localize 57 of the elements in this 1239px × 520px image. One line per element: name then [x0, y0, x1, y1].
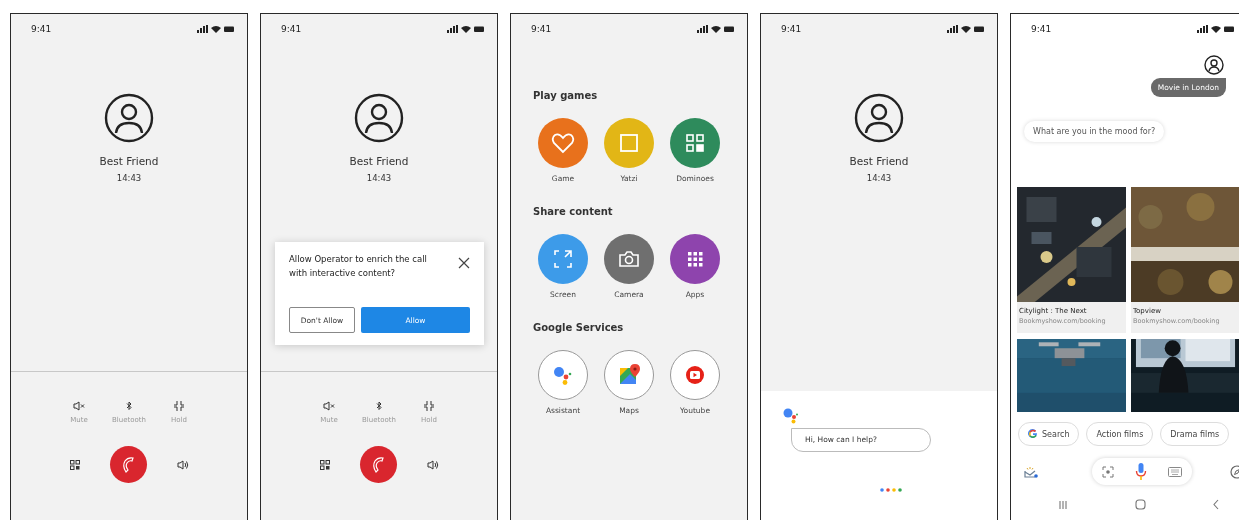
contact-avatar-icon: [854, 93, 904, 143]
end-call-button[interactable]: [109, 446, 147, 483]
shortcut-button[interactable]: [538, 118, 588, 168]
close-icon[interactable]: [458, 257, 470, 269]
listening-dots-icon: [880, 488, 902, 492]
dialpad-icon[interactable]: [69, 459, 80, 470]
user-avatar-icon[interactable]: [1204, 55, 1224, 75]
shortcut-button[interactable]: [538, 350, 588, 400]
status-icons: [197, 24, 235, 33]
contact-name: Best Friend: [349, 155, 409, 167]
call-duration: 14:43: [366, 173, 392, 183]
suggestion-chip[interactable]: Drama films: [1160, 422, 1230, 446]
mute-icon[interactable]: [323, 401, 335, 411]
assistant-icon: [783, 408, 799, 424]
status-time: 9:41: [531, 23, 552, 34]
call-duration: 14:43: [866, 173, 892, 183]
shortcut-button[interactable]: [604, 234, 654, 284]
microphone-icon[interactable]: [1135, 462, 1147, 481]
assistant-question: What are you in the mood for?: [1024, 121, 1165, 142]
status-icons: [1197, 24, 1235, 33]
dialog-message: Allow Operator to enrich the call with interactive content?: [289, 253, 428, 280]
back-icon[interactable]: [1212, 499, 1220, 510]
lens-icon[interactable]: [1102, 465, 1115, 478]
section-title: Play games: [532, 90, 599, 101]
mute-icon[interactable]: [73, 401, 85, 411]
section-title: Google Services: [532, 322, 625, 333]
shortcut-button[interactable]: [538, 234, 588, 284]
contact-name: Best Friend: [99, 155, 159, 167]
phone-icon: [370, 455, 386, 474]
suggestion-chip[interactable]: Action films: [1086, 422, 1154, 446]
suggestion-chip[interactable]: Search: [1018, 422, 1080, 446]
status-icons: [447, 24, 485, 33]
keyboard-icon[interactable]: [1167, 466, 1182, 477]
section-title: Share content: [532, 206, 614, 217]
google-logo-icon: [1028, 429, 1038, 439]
contact-name: Best Friend: [849, 155, 909, 167]
shortcut-button[interactable]: [670, 350, 720, 400]
status-time: 9:41: [31, 23, 52, 34]
end-call-button[interactable]: [359, 446, 397, 483]
status-icons: [697, 24, 735, 33]
shortcut-button[interactable]: [670, 234, 720, 284]
status-time: 9:41: [781, 23, 802, 34]
status-time: 9:41: [281, 23, 302, 34]
hold-icon[interactable]: [423, 401, 435, 411]
shortcut-button[interactable]: [670, 118, 720, 168]
contact-avatar-icon: [354, 93, 404, 143]
call-duration: 14:43: [116, 173, 142, 183]
contact-avatar-icon: [104, 93, 154, 143]
shortcut-button[interactable]: [604, 350, 654, 400]
phone-icon: [120, 455, 136, 474]
speaker-icon[interactable]: [426, 459, 439, 470]
speaker-icon[interactable]: [176, 459, 189, 470]
dialpad-icon[interactable]: [319, 459, 330, 470]
home-icon[interactable]: [1134, 499, 1146, 510]
status-time: 9:41: [1031, 23, 1052, 34]
hold-icon[interactable]: [173, 401, 185, 411]
status-icons: [947, 24, 985, 33]
